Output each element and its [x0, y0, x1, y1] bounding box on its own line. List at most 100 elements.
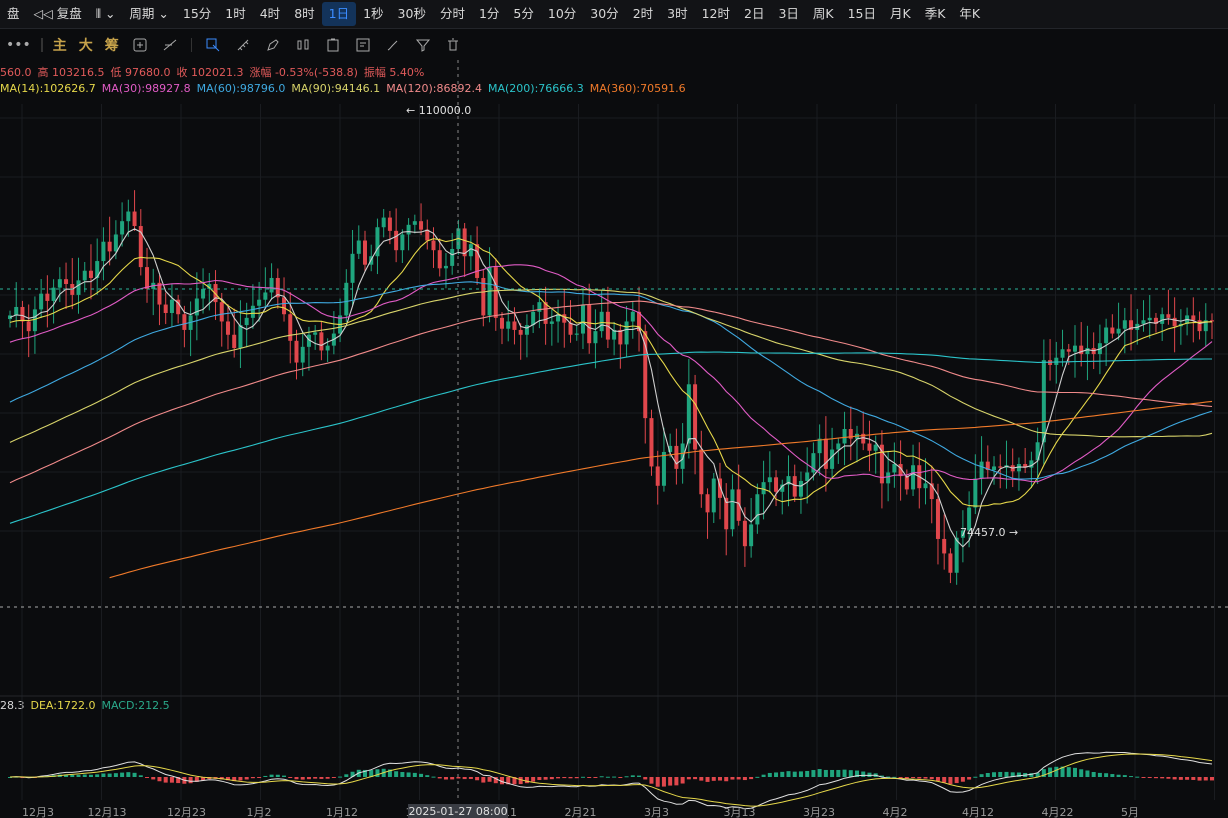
ruler-icon[interactable] [232, 34, 254, 56]
period-tab[interactable]: 3日 [771, 2, 805, 26]
period-tab[interactable]: 周期 ⌄ [122, 2, 175, 26]
macd-bar [1178, 777, 1183, 780]
hide-drawings-icon[interactable] [159, 34, 181, 56]
macd-bar [157, 777, 162, 782]
macd-bar [674, 777, 679, 786]
candle-body [182, 314, 187, 330]
ma-line [9, 228, 1213, 548]
more-button[interactable]: ••• [6, 37, 31, 53]
candle-body [244, 317, 249, 326]
macd-bar [618, 777, 623, 778]
period-tab[interactable]: 2日 [737, 2, 771, 26]
period-tab[interactable]: 盘 [0, 2, 27, 26]
macd-bar [419, 773, 424, 777]
candle-body [450, 248, 455, 266]
period-tab[interactable]: 1分 [472, 2, 506, 26]
macd-bar [1054, 766, 1059, 777]
macd-bar [942, 777, 947, 783]
period-tab[interactable]: 季K [918, 2, 953, 26]
period-tab[interactable]: 1日 [321, 2, 357, 26]
brush-icon[interactable] [382, 34, 404, 56]
macd-bar [313, 777, 318, 779]
period-tab[interactable]: 15日 [841, 2, 883, 26]
candle-body [923, 483, 928, 489]
candle-body [998, 466, 1003, 468]
pen-icon[interactable] [262, 34, 284, 56]
candle-body [45, 293, 50, 301]
candle-body [313, 332, 318, 335]
candle-body [742, 520, 747, 547]
period-tab[interactable]: 2时 [626, 2, 660, 26]
period-tab[interactable]: 分时 [433, 2, 472, 26]
clipboard-icon[interactable] [322, 34, 344, 56]
period-tab[interactable]: 10分 [541, 2, 583, 26]
period-tab[interactable]: ⫴ ⌄ [89, 2, 123, 26]
x-tick-label: 5月 [1121, 806, 1139, 818]
candle-body [157, 282, 162, 305]
period-tab[interactable]: ◁◁ 复盘 [27, 2, 89, 26]
candle-body [76, 280, 81, 295]
candle-body [232, 334, 237, 349]
macd-bar [1066, 767, 1071, 777]
note-icon[interactable] [352, 34, 374, 56]
low-price-label: 74457.0 → [960, 526, 1018, 539]
macd-bar [468, 777, 473, 779]
macd-bar [1004, 771, 1009, 777]
candle-body [57, 279, 62, 288]
x-tick-label: 4月12 [962, 806, 994, 818]
candlestick-chart[interactable]: ← 110000.0 74457.0 → 12月3 12月13 12月23 1月2 1月12… [0, 60, 1228, 818]
candle-body [500, 317, 505, 329]
chip-distribution-button[interactable]: 筹 [105, 35, 119, 55]
candle-body [792, 476, 797, 497]
macd-bar [76, 774, 81, 777]
period-tab[interactable]: 3时 [660, 2, 694, 26]
macd-bar [1085, 770, 1090, 777]
period-tab[interactable]: 年K [952, 2, 987, 26]
filter-icon[interactable] [412, 34, 434, 56]
trash-icon[interactable] [442, 34, 464, 56]
macd-bar [431, 776, 436, 778]
period-tab[interactable]: 周K [806, 2, 841, 26]
period-tab[interactable]: 4时 [253, 2, 287, 26]
period-tab[interactable]: 1秒 [356, 2, 390, 26]
period-tab[interactable]: 月K [883, 2, 918, 26]
macd-bar [1110, 774, 1115, 777]
x-tick-label: 3月23 [803, 806, 835, 818]
macd-bar [605, 776, 610, 778]
period-tab[interactable]: 30秒 [391, 2, 433, 26]
macd-bar [425, 775, 430, 777]
candle-body [992, 466, 997, 471]
candle-body [145, 267, 150, 289]
macd-bar [556, 777, 561, 779]
candle-body [1054, 357, 1059, 365]
macd-bar [680, 777, 685, 784]
macd-bar [574, 777, 579, 779]
macd-bar [132, 772, 137, 777]
candle-body [201, 288, 206, 299]
macd-bar [475, 777, 480, 781]
period-tab[interactable]: 8时 [287, 2, 321, 26]
macd-bar [138, 775, 143, 777]
candle-body [394, 230, 399, 251]
macd-bar [1079, 769, 1084, 777]
macd-bar [244, 777, 249, 780]
candle-tool-icon[interactable] [292, 34, 314, 56]
period-tab[interactable]: 12时 [695, 2, 737, 26]
macd-bar [998, 771, 1003, 777]
period-tab[interactable]: 5分 [506, 2, 540, 26]
candle-body [132, 211, 137, 227]
period-tab[interactable]: 1时 [218, 2, 252, 26]
candle-body [1116, 328, 1121, 334]
macd-bar [263, 775, 268, 777]
big-order-button[interactable]: 大 [79, 35, 93, 55]
macd-bar [836, 769, 841, 777]
select-cursor-icon[interactable] [202, 34, 224, 56]
candle-body [194, 298, 199, 316]
candle-body [294, 340, 299, 363]
period-tab[interactable]: 30分 [583, 2, 625, 26]
macd-bar [145, 777, 150, 778]
macd-bar [250, 777, 255, 779]
main-indicator-button[interactable]: 主 [53, 35, 67, 55]
settings-box-icon[interactable] [129, 34, 151, 56]
period-tab[interactable]: 15分 [176, 2, 218, 26]
